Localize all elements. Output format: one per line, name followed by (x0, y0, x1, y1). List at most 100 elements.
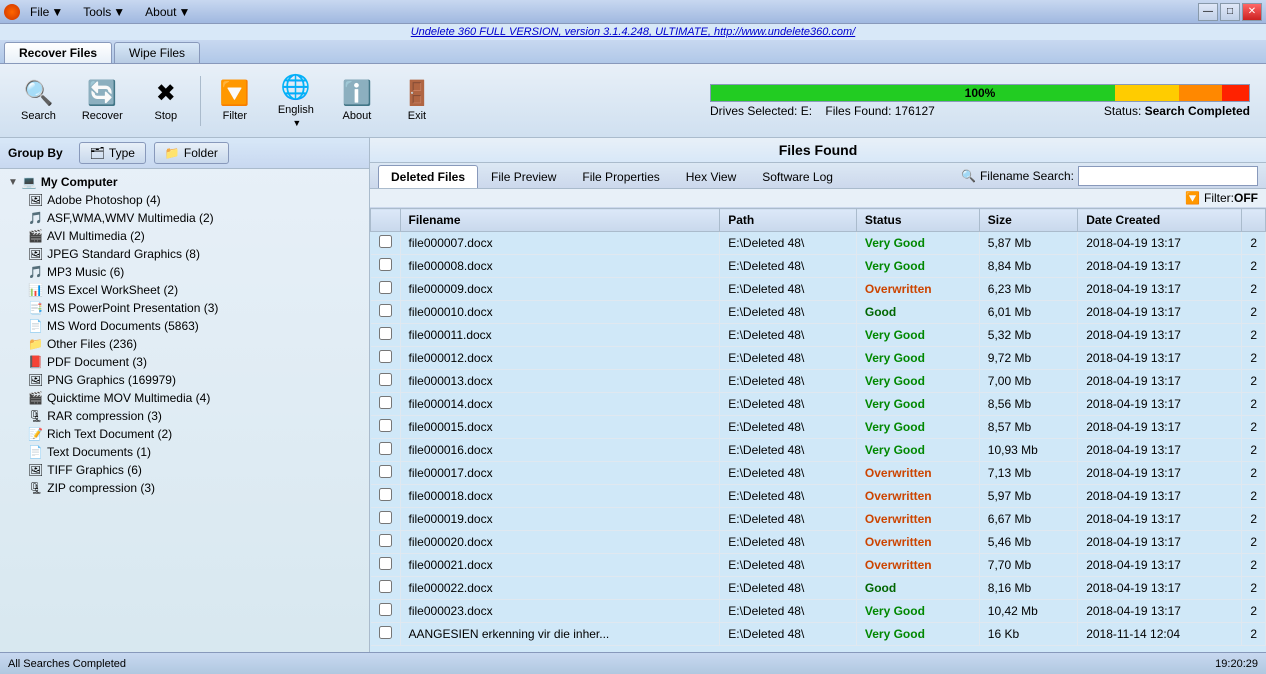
tree-item[interactable]: 📝Rich Text Document (2) (4, 425, 365, 443)
menu-file[interactable]: File ▼ (26, 5, 67, 19)
row-checkbox[interactable] (379, 304, 392, 317)
inner-tab-file-preview[interactable]: File Preview (478, 165, 569, 188)
col-status[interactable]: Status (856, 209, 979, 232)
tree-item[interactable]: 📁Other Files (236) (4, 335, 365, 353)
row-checkbox-cell[interactable] (371, 301, 401, 324)
files-found-header: Files Found (370, 138, 1266, 163)
recover-button[interactable]: 🔄 Recover (69, 74, 136, 127)
tree-item[interactable]: 🎵ASF,WMA,WMV Multimedia (2) (4, 209, 365, 227)
inner-tab-hex-view[interactable]: Hex View (673, 165, 749, 188)
tree-item-icon: 📑 (28, 301, 43, 315)
row-checkbox[interactable] (379, 419, 392, 432)
row-checkbox-cell[interactable] (371, 485, 401, 508)
row-date: 2018-04-19 13:17 (1078, 531, 1242, 554)
col-path[interactable]: Path (720, 209, 857, 232)
tree-item[interactable]: 🖼TIFF Graphics (6) (4, 461, 365, 479)
tree-item[interactable]: 🗜ZIP compression (3) (4, 479, 365, 497)
row-checkbox[interactable] (379, 442, 392, 455)
exit-button[interactable]: 🚪 Exit (387, 74, 447, 127)
tree-item[interactable]: 📄Text Documents (1) (4, 443, 365, 461)
row-checkbox[interactable] (379, 373, 392, 386)
row-checkbox[interactable] (379, 557, 392, 570)
search-button[interactable]: 🔍 Search (8, 74, 69, 127)
tree-item[interactable]: 📑MS PowerPoint Presentation (3) (4, 299, 365, 317)
tree-item[interactable]: 📕PDF Document (3) (4, 353, 365, 371)
menu-about[interactable]: About ▼ (141, 5, 194, 19)
group-by-folder-button[interactable]: 📁 Folder (154, 142, 229, 164)
english-button[interactable]: 🌐 English ▼ (265, 68, 327, 133)
row-checkbox-cell[interactable] (371, 393, 401, 416)
inner-tab-file-properties[interactable]: File Properties (569, 165, 672, 188)
col-filename[interactable]: Filename (400, 209, 720, 232)
table-row: file000010.docx E:\Deleted 48\ Good 6,01… (371, 301, 1266, 324)
filename-search-input[interactable] (1078, 166, 1258, 186)
row-checkbox-cell[interactable] (371, 508, 401, 531)
row-checkbox-cell[interactable] (371, 347, 401, 370)
tree-item[interactable]: 🖼JPEG Standard Graphics (8) (4, 245, 365, 263)
table-row: file000017.docx E:\Deleted 48\ Overwritt… (371, 462, 1266, 485)
row-checkbox[interactable] (379, 626, 392, 639)
app-link[interactable]: Undelete 360 FULL VERSION, version 3.1.4… (411, 26, 856, 38)
row-checkbox[interactable] (379, 235, 392, 248)
tree-item[interactable]: 🖼Adobe Photoshop (4) (4, 191, 365, 209)
row-checkbox[interactable] (379, 258, 392, 271)
file-table-wrapper[interactable]: Filename Path Status Size Date Created f… (370, 208, 1266, 652)
tree-item-label: MP3 Music (6) (47, 265, 124, 279)
tab-wipe-files[interactable]: Wipe Files (114, 42, 200, 63)
row-checkbox-cell[interactable] (371, 554, 401, 577)
col-size[interactable]: Size (979, 209, 1077, 232)
row-size: 5,46 Mb (979, 531, 1077, 554)
row-checkbox[interactable] (379, 511, 392, 524)
row-checkbox-cell[interactable] (371, 324, 401, 347)
close-button[interactable]: ✕ (1242, 3, 1262, 21)
row-checkbox-cell[interactable] (371, 232, 401, 255)
row-checkbox-cell[interactable] (371, 623, 401, 646)
tree-item[interactable]: 🗜RAR compression (3) (4, 407, 365, 425)
minimize-button[interactable]: — (1198, 3, 1218, 21)
filter-button[interactable]: 🔽 Filter (205, 74, 265, 127)
row-filename: file000018.docx (400, 485, 720, 508)
row-path: E:\Deleted 48\ (720, 600, 857, 623)
inner-tab-deleted-files[interactable]: Deleted Files (378, 165, 478, 188)
tree-item[interactable]: 📊MS Excel WorkSheet (2) (4, 281, 365, 299)
row-size: 6,01 Mb (979, 301, 1077, 324)
row-checkbox[interactable] (379, 327, 392, 340)
row-checkbox[interactable] (379, 465, 392, 478)
row-size: 7,00 Mb (979, 370, 1077, 393)
about-button[interactable]: ℹ️ About (327, 74, 387, 127)
row-extra: 2 (1242, 462, 1266, 485)
group-by-type-button[interactable]: 🗂 Type (79, 142, 146, 164)
row-checkbox[interactable] (379, 534, 392, 547)
maximize-button[interactable]: □ (1220, 3, 1240, 21)
inner-tabs: Deleted FilesFile PreviewFile Properties… (370, 163, 1266, 189)
col-date-created[interactable]: Date Created (1078, 209, 1242, 232)
tree-item-label: Adobe Photoshop (4) (47, 193, 160, 207)
menu-tools[interactable]: Tools ▼ (79, 5, 129, 19)
tree-item[interactable]: 🖼PNG Graphics (169979) (4, 371, 365, 389)
row-checkbox-cell[interactable] (371, 439, 401, 462)
tree-item[interactable]: 📄MS Word Documents (5863) (4, 317, 365, 335)
tree-item[interactable]: 🎬Quicktime MOV Multimedia (4) (4, 389, 365, 407)
row-checkbox-cell[interactable] (371, 278, 401, 301)
tree-item[interactable]: 🎵MP3 Music (6) (4, 263, 365, 281)
row-checkbox-cell[interactable] (371, 370, 401, 393)
row-checkbox[interactable] (379, 603, 392, 616)
inner-tab-software-log[interactable]: Software Log (749, 165, 846, 188)
row-checkbox[interactable] (379, 281, 392, 294)
tab-recover-files[interactable]: Recover Files (4, 42, 112, 63)
row-checkbox-cell[interactable] (371, 255, 401, 278)
row-checkbox[interactable] (379, 580, 392, 593)
row-checkbox[interactable] (379, 396, 392, 409)
row-checkbox-cell[interactable] (371, 462, 401, 485)
tree-root-my-computer[interactable]: ▼ 💻 My Computer (4, 173, 365, 191)
row-status: Overwritten (856, 531, 979, 554)
row-checkbox-cell[interactable] (371, 600, 401, 623)
row-checkbox[interactable] (379, 488, 392, 501)
chevron-down-icon: ▼ (8, 177, 18, 188)
row-checkbox-cell[interactable] (371, 416, 401, 439)
row-checkbox-cell[interactable] (371, 577, 401, 600)
row-checkbox[interactable] (379, 350, 392, 363)
tree-item[interactable]: 🎬AVI Multimedia (2) (4, 227, 365, 245)
stop-button[interactable]: ✖ Stop (136, 74, 196, 127)
row-checkbox-cell[interactable] (371, 531, 401, 554)
